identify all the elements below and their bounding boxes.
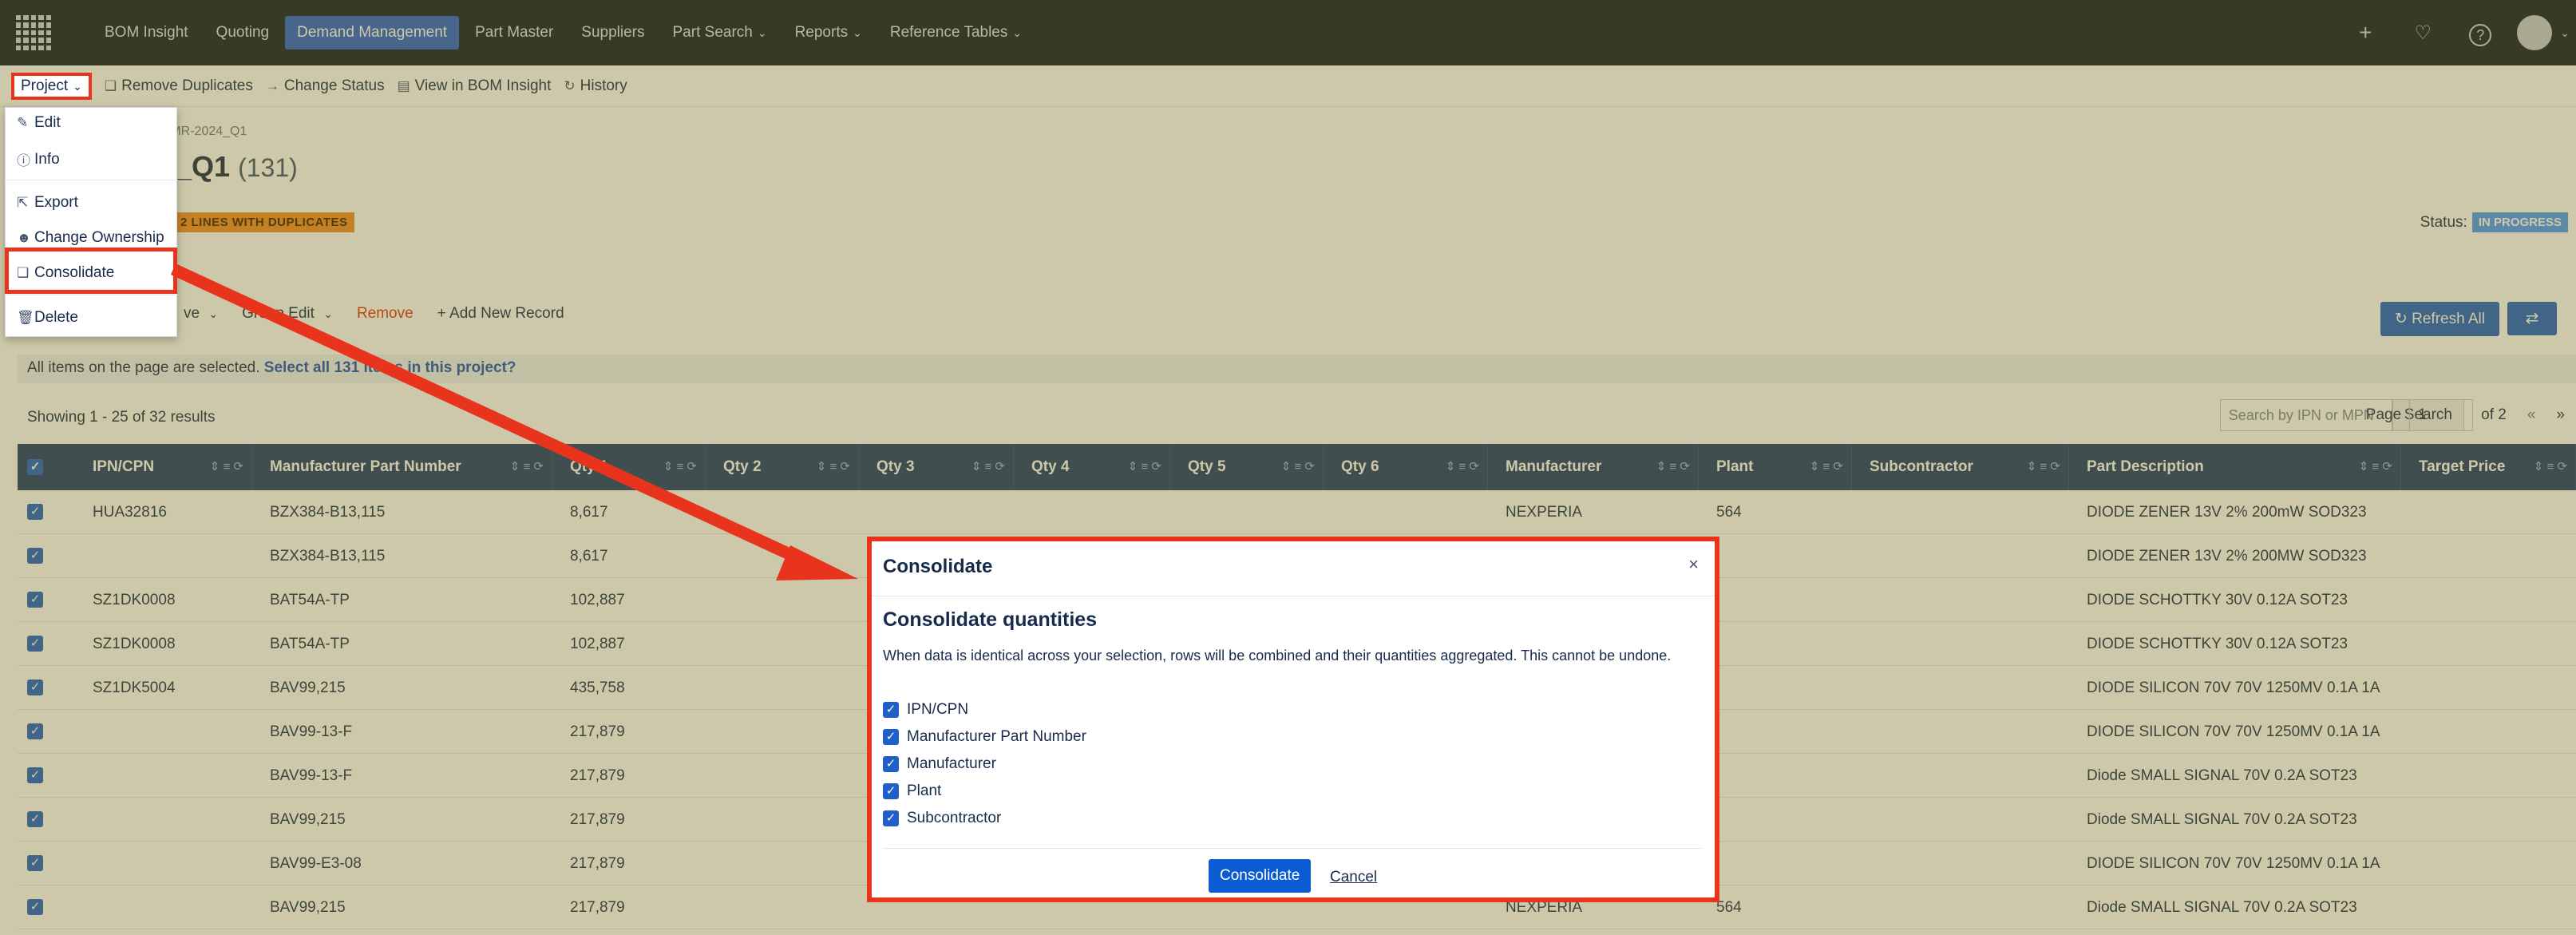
option-manufacturer[interactable]: ✓ Manufacturer	[883, 755, 996, 773]
checkbox-checked-icon[interactable]: ✓	[883, 756, 899, 772]
checkbox-checked-icon[interactable]: ✓	[883, 810, 899, 826]
checkbox-checked-icon[interactable]: ✓	[883, 729, 899, 745]
project-menu-button-active[interactable]: Project ⌄	[11, 73, 92, 100]
modal-heading: Consolidate quantities	[883, 608, 1098, 631]
chevron-down-icon: ⌄	[73, 79, 82, 93]
option-subcontractor[interactable]: ✓ Subcontractor	[883, 810, 1001, 827]
close-icon[interactable]: ×	[1688, 554, 1699, 575]
option-ipn-cpn[interactable]: ✓ IPN/CPN	[883, 701, 968, 719]
option-plant[interactable]: ✓ Plant	[883, 782, 941, 800]
checkbox-checked-icon[interactable]: ✓	[883, 783, 899, 799]
consolidate-modal: Consolidate × Consolidate quantities Whe…	[867, 537, 1719, 902]
cancel-button[interactable]: Cancel	[1330, 869, 1377, 886]
consolidate-button[interactable]: Consolidate	[1209, 859, 1312, 893]
project-toolbar-front: Project ⌄	[0, 65, 2576, 107]
option-manufacturer-part-number[interactable]: ✓ Manufacturer Part Number	[883, 728, 1086, 746]
modal-title: Consolidate	[883, 556, 993, 577]
modal-description: When data is identical across your selec…	[883, 648, 1672, 664]
checkbox-checked-icon[interactable]: ✓	[883, 702, 899, 718]
